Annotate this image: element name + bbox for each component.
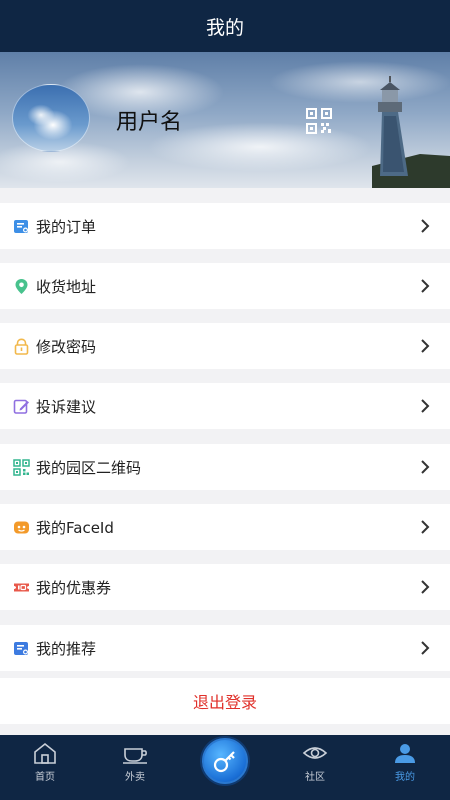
user-icon [395, 744, 415, 763]
chevron-right-icon [421, 279, 430, 293]
menu-item-change-password[interactable]: 修改密码 [0, 323, 450, 369]
menu-item-label: 我的园区二维码 [36, 458, 142, 477]
chevron-right-icon [421, 219, 430, 233]
qr-code-icon [13, 458, 30, 476]
page-header: 我的 [0, 0, 450, 52]
menu-item-park-qr[interactable]: 我的园区二维码 [0, 444, 450, 490]
chevron-right-icon [421, 460, 430, 474]
bottom-tab-bar: 首页 外卖 社区 我的 [0, 735, 450, 800]
tab-label: 首页 [35, 772, 55, 783]
menu-item-orders[interactable]: 我的订单 [0, 203, 450, 249]
tab-label: 外卖 [125, 772, 145, 783]
menu-item-label: 修改密码 [36, 337, 97, 356]
tab-home[interactable]: 首页 [0, 735, 90, 800]
lighthouse-image [372, 76, 450, 188]
logout-label: 退出登录 [192, 693, 257, 712]
menu-item-label: 我的订单 [36, 217, 97, 236]
username[interactable]: 用户名 [116, 104, 182, 136]
lock-icon [14, 337, 29, 355]
home-icon [34, 742, 56, 764]
face-id-icon [14, 521, 29, 533]
menu-item-recommend[interactable]: 我的推荐 [0, 625, 450, 671]
order-icon [14, 219, 28, 233]
chevron-right-icon [421, 399, 430, 413]
location-pin-icon [15, 278, 28, 294]
menu-item-coupons[interactable]: 我的优惠券 [0, 564, 450, 610]
logout-button[interactable]: 退出登录 [0, 678, 450, 724]
page-title: 我的 [205, 16, 244, 39]
tab-mine[interactable]: 我的 [360, 735, 450, 800]
chevron-right-icon [421, 641, 430, 655]
chevron-right-icon [421, 580, 430, 594]
qr-code-icon[interactable] [306, 108, 332, 134]
avatar[interactable] [12, 84, 90, 152]
profile-banner: 用户名 [0, 52, 450, 188]
menu-item-label: 收货地址 [36, 277, 97, 296]
center-key-button[interactable] [202, 738, 248, 784]
menu-item-face-id[interactable]: 我的FaceId [0, 504, 450, 550]
eye-icon [302, 747, 328, 759]
menu-item-feedback[interactable]: 投诉建议 [0, 383, 450, 429]
key-icon [213, 751, 235, 773]
recommend-icon [14, 641, 28, 655]
tab-label: 我的 [395, 772, 415, 783]
tab-label: 社区 [305, 772, 325, 783]
menu-item-label: 投诉建议 [36, 397, 97, 416]
coffee-cup-icon [123, 748, 147, 764]
menu-item-label: 我的推荐 [36, 639, 97, 658]
chevron-right-icon [421, 339, 430, 353]
coupon-icon [14, 583, 29, 591]
menu-item-address[interactable]: 收货地址 [0, 263, 450, 309]
edit-icon [13, 399, 29, 414]
menu-item-label: 我的优惠券 [36, 578, 112, 597]
chevron-right-icon [421, 520, 430, 534]
tab-community[interactable]: 社区 [270, 735, 360, 800]
tab-takeout[interactable]: 外卖 [90, 735, 180, 800]
menu-item-label: 我的FaceId [36, 518, 114, 537]
